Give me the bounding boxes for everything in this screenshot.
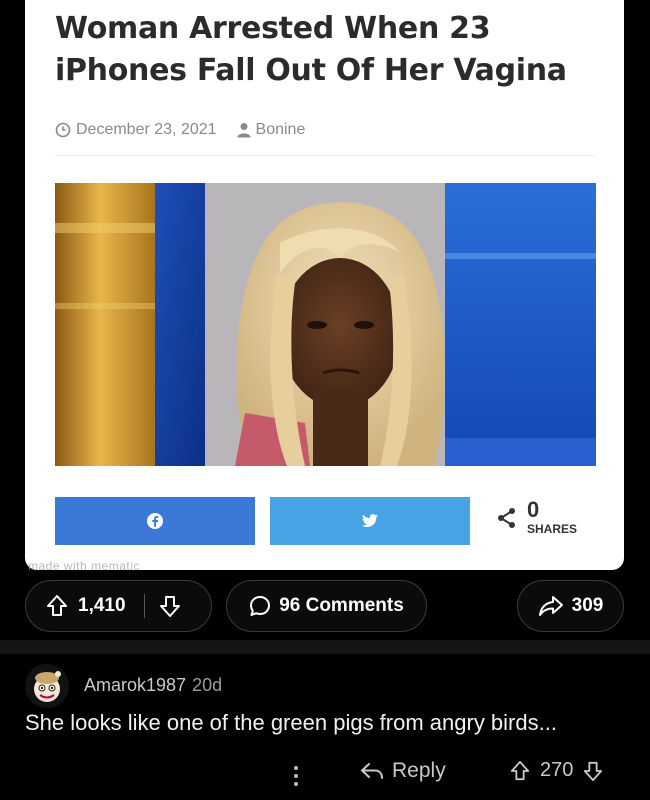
article-card[interactable]: Woman Arrested When 23 iPhones Fall Out … — [25, 0, 624, 570]
share-icon — [498, 508, 515, 528]
more-dot-icon — [294, 766, 298, 770]
article-meta: December 23, 2021 Bonine — [55, 121, 305, 139]
user-icon — [237, 123, 251, 138]
post-score: 1,410 — [78, 595, 126, 616]
section-divider — [0, 640, 650, 654]
divider — [55, 155, 594, 156]
article-photo — [55, 183, 596, 466]
upvote-button[interactable] — [46, 594, 68, 618]
shares-label: SHARES — [527, 522, 578, 536]
comment-author[interactable]: Amarok1987 — [84, 675, 186, 695]
more-options-button[interactable] — [286, 762, 306, 790]
comment-vote: 270 — [510, 759, 603, 782]
article-headline: Woman Arrested When 23 iPhones Fall Out … — [55, 11, 567, 88]
upvote-icon — [47, 595, 67, 616]
avatar[interactable] — [25, 664, 69, 708]
facebook-share-button[interactable] — [55, 497, 255, 545]
reply-label: Reply — [392, 759, 446, 782]
share-button[interactable]: 309 — [517, 580, 624, 632]
twitter-share-button[interactable] — [270, 497, 470, 545]
reply-button[interactable]: Reply — [360, 759, 446, 783]
facebook-icon — [147, 513, 163, 529]
downvote-button[interactable] — [159, 594, 181, 618]
comment-downvote-icon[interactable] — [583, 760, 603, 782]
more-dot-icon — [294, 782, 298, 786]
share-count: 309 — [571, 595, 604, 616]
watermark: made with mematic — [28, 559, 140, 573]
vote-divider — [143, 594, 145, 618]
comment-body: She looks like one of the green pigs fro… — [25, 710, 557, 735]
comment-score: 270 — [540, 759, 574, 781]
share-counter: 0 SHARES — [497, 499, 577, 535]
article-date: December 23, 2021 — [76, 121, 217, 138]
vote-bar: 1,410 — [25, 580, 212, 632]
comment-bubble-icon — [250, 596, 271, 616]
share-arrow-icon — [538, 596, 563, 616]
clock-icon — [55, 122, 71, 138]
more-dot-icon — [294, 774, 298, 778]
reply-arrow-icon — [361, 763, 383, 779]
downvote-icon — [159, 596, 180, 617]
comments-count: 96 Comments — [279, 595, 404, 616]
comment-author-line: Amarok1987 20d — [84, 675, 222, 696]
twitter-icon — [362, 514, 378, 527]
article-author[interactable]: Bonine — [256, 121, 306, 139]
comment-upvote-icon[interactable] — [510, 760, 530, 782]
share-row: 0 SHARES — [55, 497, 600, 545]
comment-age: 20d — [192, 675, 223, 695]
comments-button[interactable]: 96 Comments — [226, 580, 427, 632]
shares-count: 0 — [527, 497, 540, 522]
